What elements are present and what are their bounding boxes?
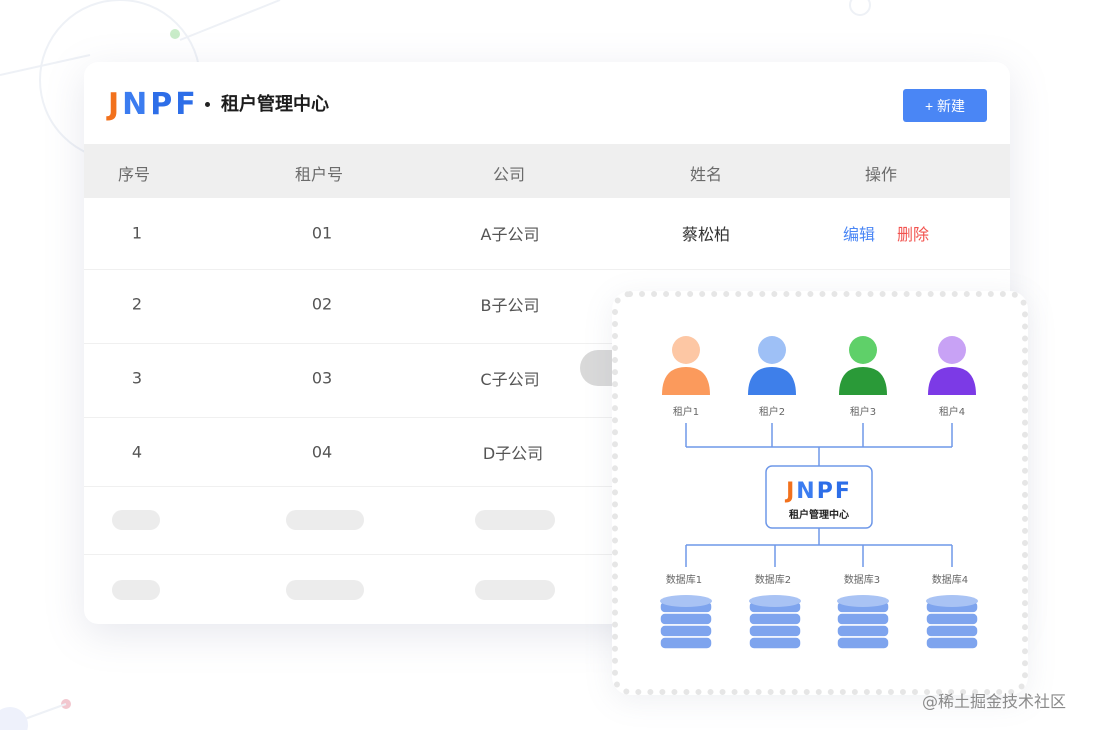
skeleton-bar — [112, 580, 160, 600]
tenant-group-1: 租户1 — [662, 336, 710, 418]
database-label-4: 数据库4 — [932, 573, 968, 586]
watermark: @稀土掘金技术社区 — [922, 692, 1067, 711]
skeleton-bar — [286, 580, 364, 600]
row-name: 蔡松柏 — [681, 225, 731, 244]
row-tenant-no: 04 — [311, 442, 333, 462]
tenant-icon-1-head — [672, 336, 700, 364]
row-tenant-no: 02 — [311, 294, 333, 314]
skeleton-bar — [112, 510, 160, 530]
page-title: 租户管理中心 — [221, 94, 329, 115]
row-index: 1 — [131, 223, 143, 243]
tenant-group-2: 租户2 — [748, 336, 796, 418]
edit-link[interactable]: 编辑 — [843, 221, 875, 245]
tenant-label-1: 租户1 — [673, 405, 699, 418]
database-connectors — [685, 528, 953, 567]
tenant-icon-2-head — [758, 336, 786, 364]
row-company: B子公司 — [480, 296, 540, 315]
center-logo: JNPF — [784, 479, 852, 504]
column-header-index: 序号 — [117, 165, 151, 184]
database-icons — [659, 595, 979, 650]
table-header: 序号 租户号 公司 姓名 操作 — [84, 144, 1010, 198]
database-icon-3 — [836, 595, 890, 650]
card-header: J N PF 租户管理中心 + 新建 — [84, 62, 1010, 144]
skeleton-bar — [286, 510, 364, 530]
tenant-label-3: 租户3 — [850, 405, 876, 418]
tenant-label-2: 租户2 — [759, 405, 785, 418]
database-icon-4 — [925, 595, 979, 650]
table-row: 1 01 A子公司 蔡松柏 编辑 删除 — [84, 198, 1010, 270]
column-header-actions: 操作 — [864, 165, 898, 184]
row-index: 4 — [131, 442, 143, 462]
row-tenant-no: 01 — [311, 223, 333, 243]
database-label-1: 数据库1 — [666, 573, 702, 586]
tenant-icon-3-body — [839, 367, 887, 395]
database-label-3: 数据库3 — [844, 573, 880, 586]
row-company: D子公司 — [482, 444, 544, 463]
tenant-group-3: 租户3 — [839, 336, 887, 418]
architecture-diagram-svg: 租户1 租户2 租户3 租户4 JNPF 租户管理中心 数据库1 数据库2 数据… — [659, 336, 979, 650]
architecture-diagram: 租户1 租户2 租户3 租户4 JNPF 租户管理中心 数据库1 数据库2 数据… — [612, 291, 1028, 695]
tenant-label-4: 租户4 — [939, 405, 965, 418]
row-index: 3 — [131, 368, 143, 388]
tenant-icon-3-head — [849, 336, 877, 364]
database-icon-2 — [748, 595, 802, 650]
skeleton-bar — [475, 510, 555, 530]
column-header-name: 姓名 — [689, 165, 723, 184]
new-button[interactable]: + 新建 — [903, 89, 987, 122]
jnpf-logo: J N PF — [108, 86, 199, 122]
tenant-icon-2-body — [748, 367, 796, 395]
column-header-tenant-no: 租户号 — [294, 165, 344, 184]
title-separator-dot — [205, 102, 210, 107]
center-box: JNPF 租户管理中心 — [765, 465, 873, 529]
column-header-company: 公司 — [492, 165, 526, 184]
delete-link[interactable]: 删除 — [897, 221, 929, 245]
tenant-connectors — [685, 423, 953, 466]
tenant-icon-1-body — [662, 367, 710, 395]
row-tenant-no: 03 — [311, 368, 333, 388]
skeleton-bar — [475, 580, 555, 600]
tenant-group-4: 租户4 — [928, 336, 976, 418]
row-company: C子公司 — [480, 370, 540, 389]
row-index: 2 — [131, 294, 143, 314]
database-icon-1 — [659, 595, 713, 650]
row-company: A子公司 — [480, 225, 540, 244]
center-title: 租户管理中心 — [789, 508, 849, 521]
tenant-icon-4-head — [938, 336, 966, 364]
database-label-2: 数据库2 — [755, 573, 791, 586]
tenant-icon-4-body — [928, 367, 976, 395]
